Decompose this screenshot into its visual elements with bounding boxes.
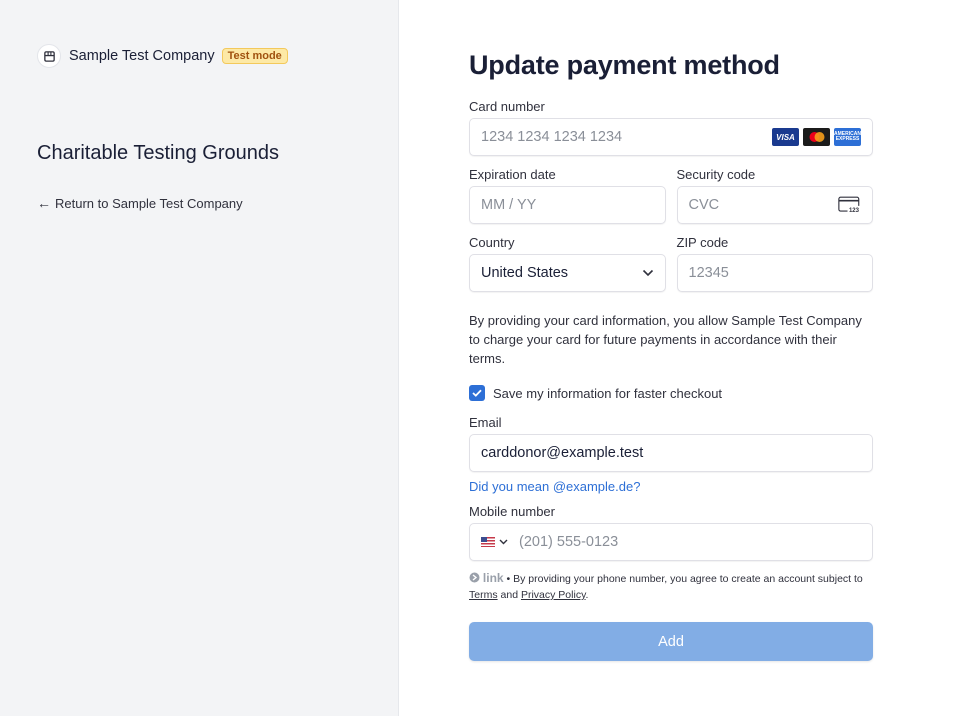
email-suggestion-link[interactable]: Did you mean @example.de? bbox=[469, 479, 873, 494]
mastercard-icon bbox=[803, 128, 830, 146]
chevron-down-icon bbox=[499, 539, 508, 545]
link-notice: link • By providing your phone number, y… bbox=[469, 570, 873, 603]
security-code-label: Security code bbox=[676, 167, 756, 182]
email-field[interactable] bbox=[469, 434, 873, 472]
cvc-card-icon: 123 bbox=[837, 196, 861, 214]
country-value: United States bbox=[481, 265, 569, 281]
test-mode-badge: Test mode bbox=[221, 48, 288, 64]
country-select[interactable]: United States bbox=[469, 254, 666, 292]
save-info-checkbox[interactable] bbox=[469, 385, 485, 401]
privacy-policy-link[interactable]: Privacy Policy bbox=[521, 589, 586, 601]
cvc-icon-text: 123 bbox=[849, 208, 860, 214]
email-input[interactable] bbox=[481, 445, 861, 461]
card-number-input[interactable] bbox=[481, 129, 772, 145]
link-logo-icon bbox=[469, 572, 483, 585]
save-info-label: Save my information for faster checkout bbox=[493, 385, 723, 401]
payment-form: Update payment method Card number VISA A… bbox=[469, 50, 873, 661]
link-notice-text: • By providing your phone number, you ag… bbox=[506, 573, 863, 585]
expiration-label: Expiration date bbox=[469, 167, 556, 182]
visa-icon: VISA bbox=[772, 128, 799, 146]
authorization-notice: By providing your card information, you … bbox=[469, 313, 862, 366]
zip-label: ZIP code bbox=[676, 235, 729, 250]
left-panel: Sample Test Company Test mode Charitable… bbox=[0, 0, 399, 716]
card-brand-icons: VISA AMERICAN EXPRESS bbox=[772, 128, 861, 146]
link-notice-end: . bbox=[585, 589, 589, 601]
mobile-label: Mobile number bbox=[469, 504, 555, 519]
amex-icon: AMERICAN EXPRESS bbox=[834, 128, 861, 146]
company-name: Sample Test Company bbox=[69, 48, 215, 64]
mobile-input[interactable] bbox=[519, 534, 861, 550]
page-title: Update payment method bbox=[469, 50, 780, 80]
brand-header: Sample Test Company Test mode bbox=[37, 44, 288, 68]
security-code-field[interactable]: 123 bbox=[676, 186, 873, 224]
us-flag-icon bbox=[481, 537, 495, 547]
add-button[interactable]: Add bbox=[469, 622, 873, 661]
zip-field[interactable] bbox=[676, 254, 873, 292]
arrow-left-icon: ← bbox=[37, 195, 51, 211]
email-label: Email bbox=[469, 415, 502, 430]
expiration-field[interactable] bbox=[469, 186, 666, 224]
checkmark-icon bbox=[472, 389, 482, 397]
mobile-field[interactable] bbox=[469, 523, 873, 561]
return-link[interactable]: ← Return to Sample Test Company bbox=[37, 195, 243, 211]
card-number-field[interactable]: VISA AMERICAN EXPRESS bbox=[469, 118, 873, 156]
country-code-selector[interactable] bbox=[481, 537, 508, 547]
link-notice-and: and bbox=[500, 589, 519, 601]
merchant-title: Charitable Testing Grounds bbox=[37, 142, 279, 164]
save-info-row[interactable]: Save my information for faster checkout bbox=[469, 385, 873, 401]
terms-link[interactable]: Terms bbox=[469, 589, 498, 601]
chevron-down-icon bbox=[642, 269, 653, 277]
link-logo-text: link bbox=[482, 571, 504, 585]
store-icon bbox=[37, 44, 61, 68]
card-number-label: Card number bbox=[469, 99, 545, 114]
return-link-label: Return to Sample Test Company bbox=[55, 195, 243, 211]
country-label: Country bbox=[469, 235, 515, 250]
cvc-input[interactable] bbox=[688, 197, 838, 213]
expiration-input[interactable] bbox=[481, 197, 654, 213]
zip-input[interactable] bbox=[688, 265, 861, 281]
